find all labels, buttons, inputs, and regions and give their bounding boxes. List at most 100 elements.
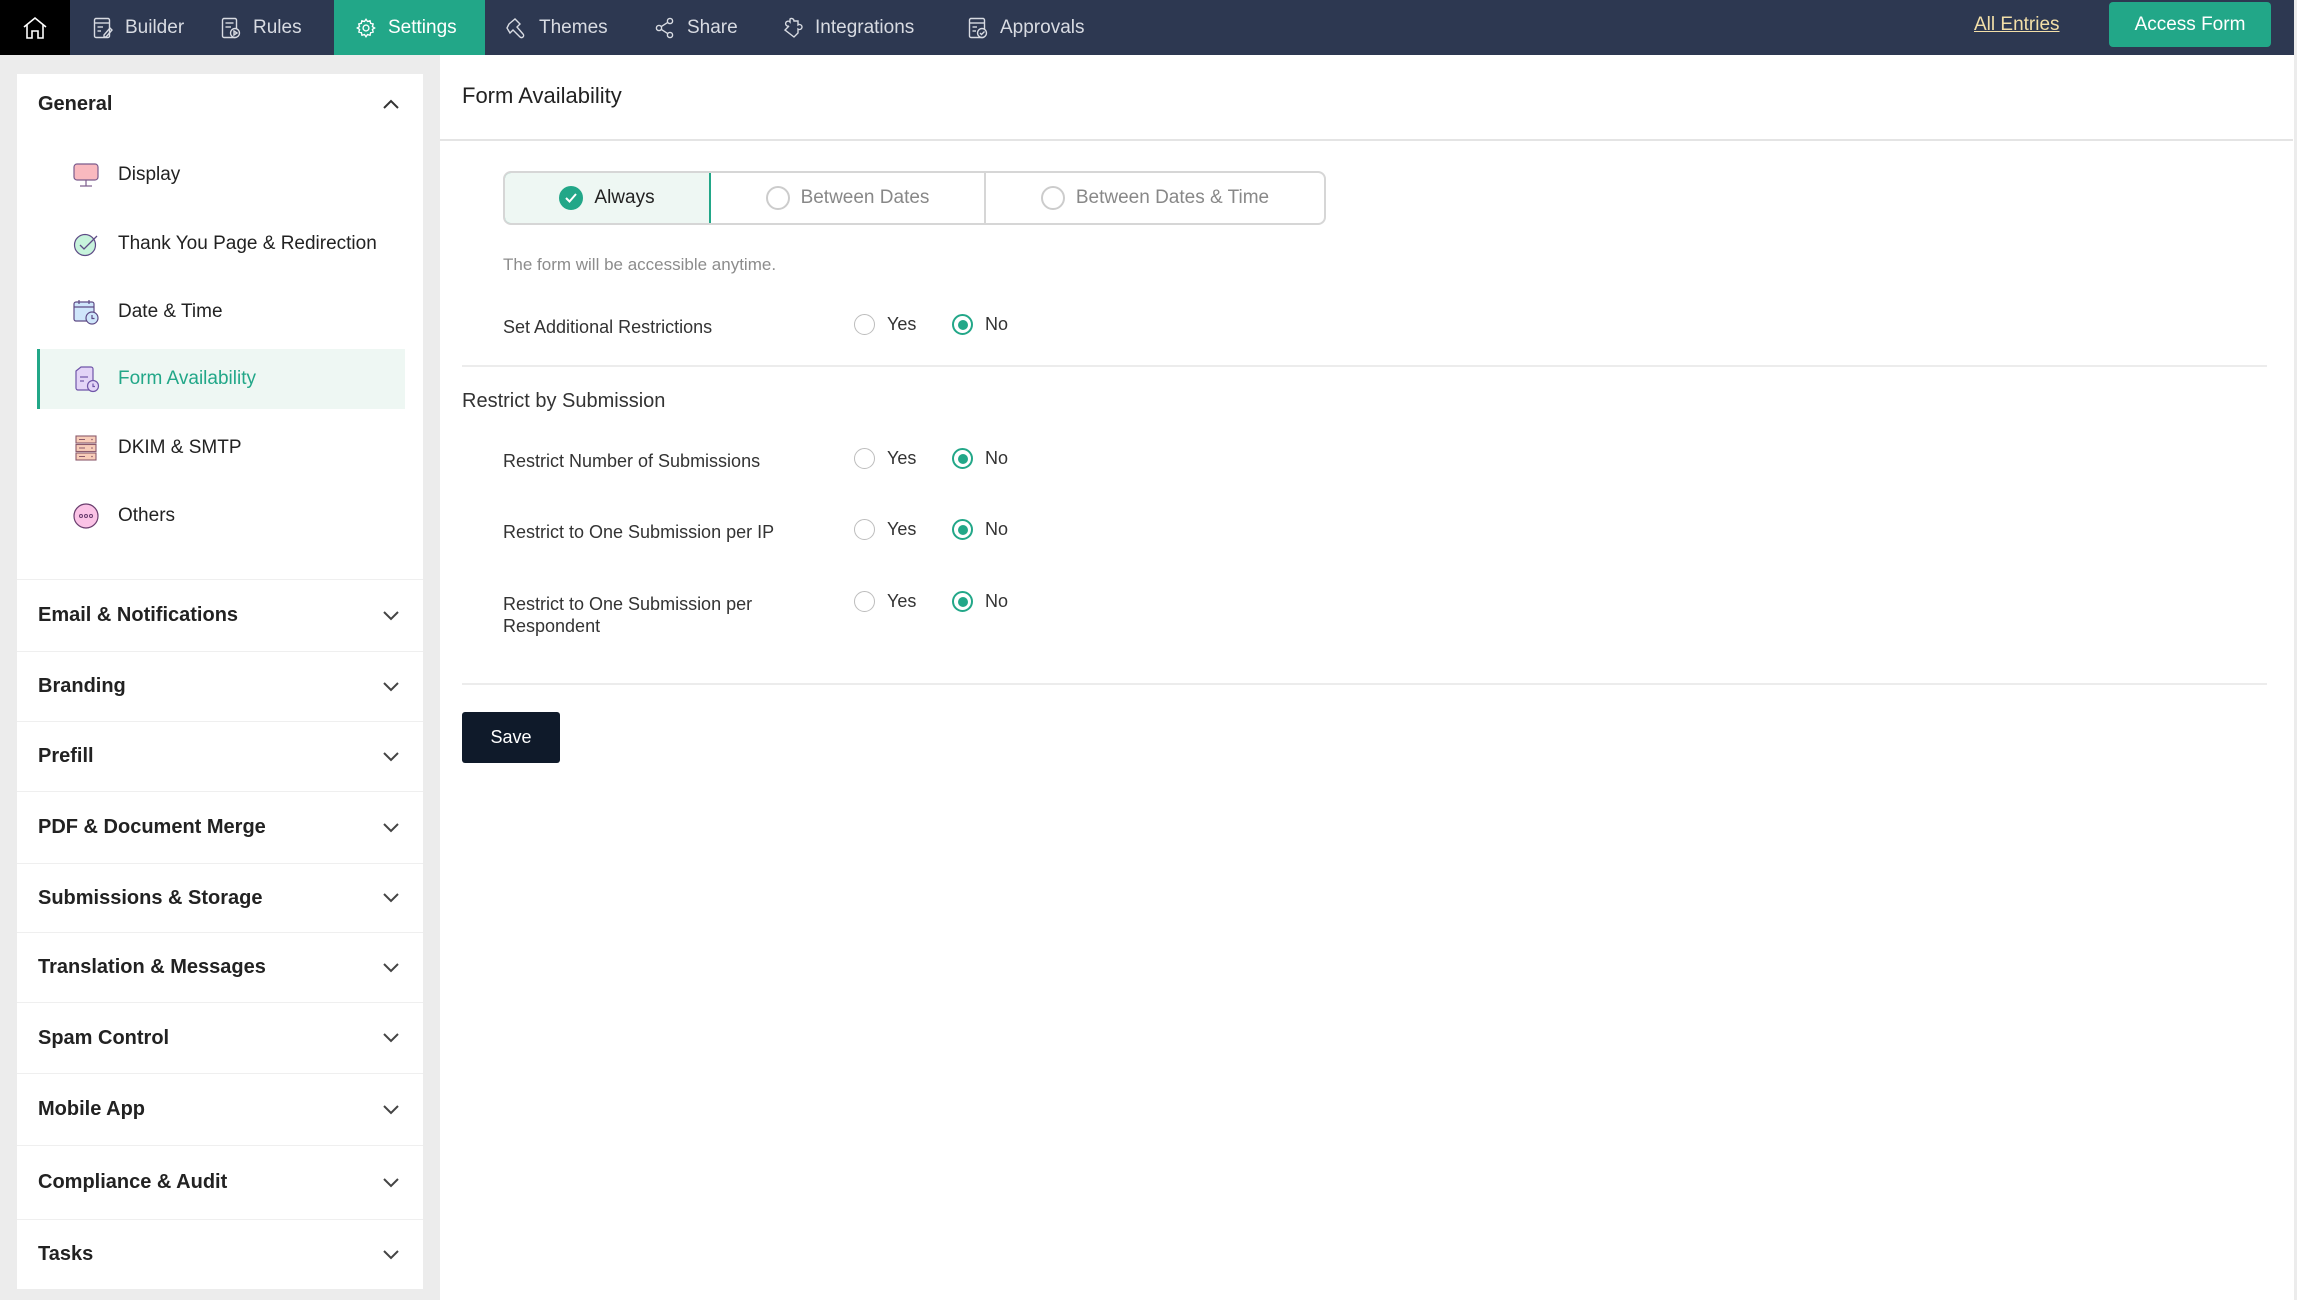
sidebar-section-translation-messages[interactable]: Translation & Messages	[17, 932, 423, 1002]
radio-label: Yes	[887, 448, 917, 468]
share-icon	[654, 17, 676, 39]
restrict-ip-yes[interactable]: Yes	[854, 519, 916, 540]
tab-approvals[interactable]: Approvals	[967, 0, 1085, 55]
restrict-respondent-no[interactable]: No	[952, 591, 1008, 612]
rules-icon	[220, 17, 242, 39]
tab-share-label: Share	[687, 16, 738, 38]
sidebar-section-label: Tasks	[38, 1243, 94, 1265]
restrict-number-yes[interactable]: Yes	[854, 448, 916, 469]
chevron-down-icon	[381, 747, 401, 767]
access-form-button[interactable]: Access Form	[2109, 2, 2271, 47]
sidebar-section-label: General	[38, 92, 113, 115]
tab-rules[interactable]: Rules	[220, 0, 302, 55]
page-title: Form Availability	[462, 83, 622, 108]
radio-icon	[952, 519, 973, 540]
availability-helper-text: The form will be accessible anytime.	[503, 255, 777, 274]
radio-icon	[854, 519, 875, 540]
sidebar-item-label: DKIM & SMTP	[118, 437, 242, 458]
restrict-number-no[interactable]: No	[952, 448, 1008, 469]
additional-restrictions-label: Set Additional Restrictions	[503, 317, 713, 337]
sidebar-section-prefill[interactable]: Prefill	[17, 721, 423, 791]
sidebar-item-thank-you-page[interactable]: Thank You Page & Redirection	[37, 214, 423, 274]
chevron-down-icon	[381, 1245, 401, 1265]
brush-icon	[506, 17, 528, 39]
section-divider	[462, 365, 2267, 367]
sidebar-section-branding[interactable]: Branding	[17, 651, 423, 721]
calendar-clock-icon	[71, 297, 101, 327]
tab-builder[interactable]: Builder	[90, 0, 184, 55]
availability-option-between-dates-time[interactable]: Between Dates & Time	[986, 173, 1324, 223]
availability-option-between-dates[interactable]: Between Dates	[711, 173, 986, 223]
sidebar-section-label: Spam Control	[38, 1026, 170, 1049]
restrict-ip-no[interactable]: No	[952, 519, 1008, 540]
tab-integrations[interactable]: Integrations	[782, 0, 914, 55]
additional-restrictions-no[interactable]: No	[952, 314, 1008, 335]
header-divider	[440, 139, 2293, 141]
save-button[interactable]: Save	[462, 712, 560, 763]
tab-rules-label: Rules	[253, 16, 302, 38]
availability-option-label: Between Dates & Time	[1075, 187, 1270, 208]
sidebar-item-dkim-smtp[interactable]: DKIM & SMTP	[37, 418, 423, 478]
chevron-down-icon	[381, 1100, 401, 1120]
tab-settings[interactable]: Settings	[334, 0, 485, 55]
availability-segmented-control: Always Between Dates Between Dates & Tim…	[503, 171, 1326, 225]
sidebar-section-mobile-app[interactable]: Mobile App	[17, 1073, 423, 1145]
radio-unchecked-icon	[1040, 186, 1065, 210]
sidebar-section-pdf-document-merge[interactable]: PDF & Document Merge	[17, 791, 423, 863]
additional-restrictions-yes[interactable]: Yes	[854, 314, 916, 335]
home-button[interactable]	[0, 0, 70, 55]
radio-label: No	[985, 519, 1009, 539]
sidebar-section-spam-control[interactable]: Spam Control	[17, 1002, 423, 1073]
sidebar-section-email-notifications[interactable]: Email & Notifications	[17, 579, 423, 651]
settings-sidebar: General Display Thank You Page & Redirec…	[17, 74, 423, 1289]
radio-label: No	[985, 448, 1009, 468]
sidebar-section-general[interactable]: General	[17, 74, 423, 134]
availability-option-label: Between Dates	[800, 187, 930, 208]
check-circle-icon	[71, 229, 101, 259]
sidebar-item-label: Others	[118, 505, 176, 526]
chevron-up-icon	[381, 94, 401, 114]
chevron-down-icon	[381, 888, 401, 908]
radio-icon	[854, 591, 875, 612]
sidebar-section-label: Branding	[38, 675, 126, 697]
chevron-down-icon	[381, 606, 401, 626]
restrict-respondent-yes[interactable]: Yes	[854, 591, 916, 612]
availability-option-label: Always	[594, 187, 655, 208]
sidebar-section-submissions-storage[interactable]: Submissions & Storage	[17, 863, 423, 932]
restriction-label: Restrict to One Submission per Responden…	[503, 594, 753, 636]
section-divider	[462, 683, 2267, 685]
all-entries-link[interactable]: All Entries	[1974, 0, 2060, 49]
sidebar-item-date-time[interactable]: Date & Time	[37, 282, 423, 342]
top-navbar: Builder Rules Settings Themes Share Inte…	[0, 0, 2294, 55]
sidebar-section-tasks[interactable]: Tasks	[17, 1219, 423, 1289]
sidebar-item-others[interactable]: Others	[37, 486, 423, 546]
radio-icon	[854, 314, 875, 335]
approvals-icon	[967, 17, 989, 39]
tab-themes-label: Themes	[539, 16, 608, 38]
restriction-label: Restrict to One Submission per IP	[503, 522, 775, 542]
form-clock-icon	[71, 364, 101, 394]
gear-icon	[355, 17, 377, 39]
sidebar-item-display[interactable]: Display	[37, 145, 423, 205]
restriction-label: Restrict Number of Submissions	[503, 451, 761, 471]
radio-icon	[854, 448, 875, 469]
tab-share[interactable]: Share	[654, 0, 738, 55]
more-icon	[71, 501, 101, 531]
sidebar-section-label: Compliance & Audit	[38, 1171, 228, 1193]
sidebar-item-form-availability[interactable]: Form Availability	[37, 349, 405, 409]
radio-label: Yes	[887, 314, 917, 334]
radio-icon	[952, 591, 973, 612]
radio-icon	[952, 448, 973, 469]
radio-label: Yes	[887, 519, 917, 539]
chevron-down-icon	[381, 677, 401, 697]
main-panel: Form Availability Always Between Dates B…	[440, 55, 2294, 1300]
sidebar-section-label: Mobile App	[38, 1098, 146, 1120]
radio-label: No	[985, 314, 1009, 334]
availability-option-always[interactable]: Always	[505, 173, 711, 223]
check-circle-icon	[559, 186, 584, 210]
chevron-down-icon	[381, 1028, 401, 1048]
sidebar-section-compliance-audit[interactable]: Compliance & Audit	[17, 1145, 423, 1219]
sidebar-section-label: Submissions & Storage	[38, 886, 263, 909]
tab-integrations-label: Integrations	[815, 16, 915, 38]
tab-themes[interactable]: Themes	[506, 0, 608, 55]
